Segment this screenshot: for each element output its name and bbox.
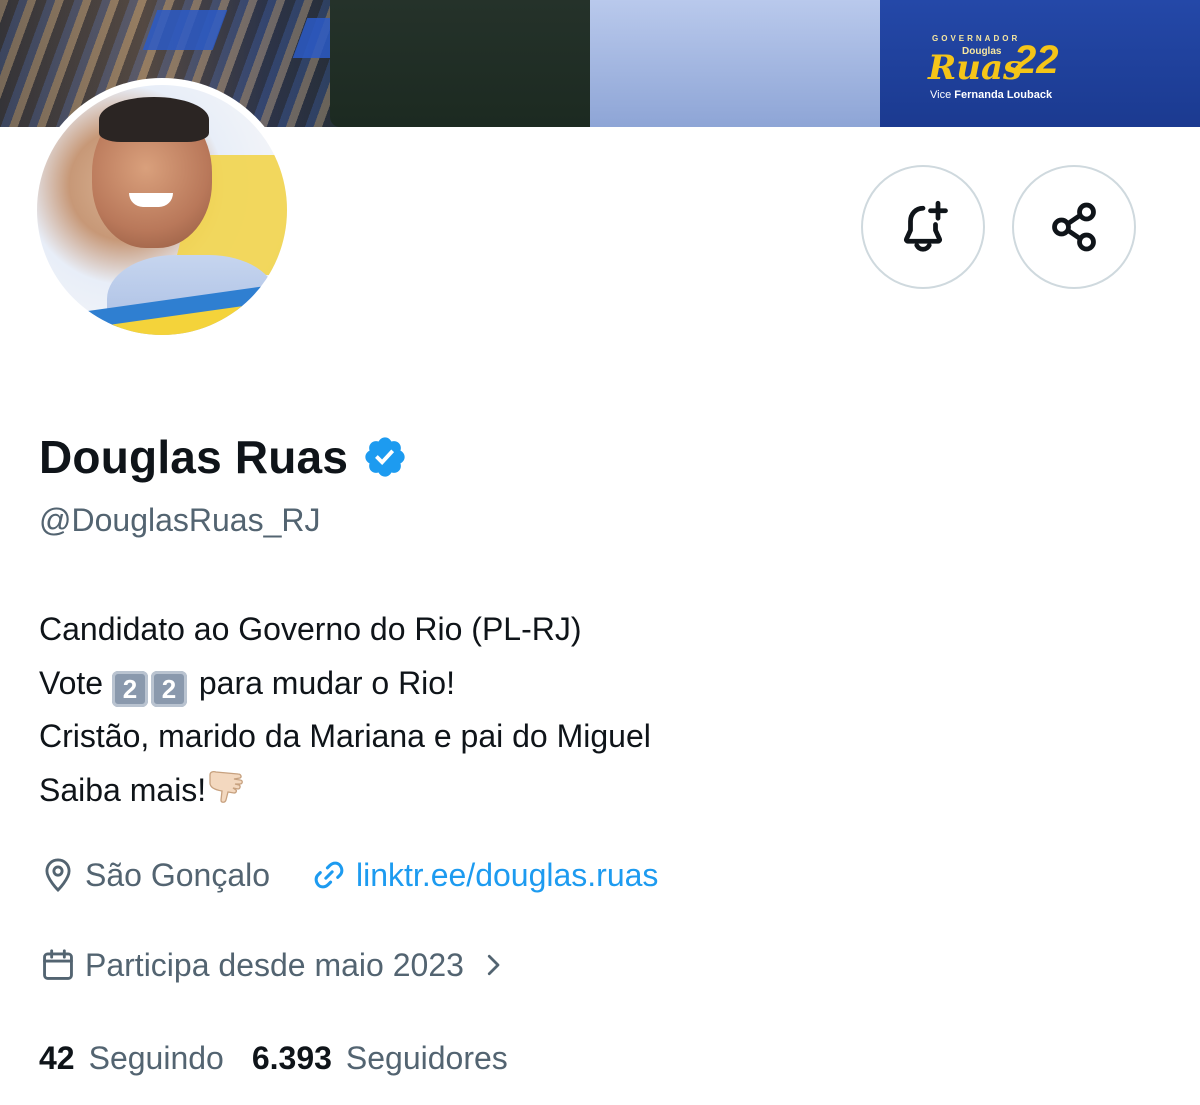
profile-location: São Gonçalo: [39, 856, 270, 894]
bell-plus-icon: [903, 200, 948, 252]
profile-meta: São Gonçalo linktr.ee/douglas.ruas: [39, 856, 658, 894]
profile-handle: @DouglasRuas_RJ: [39, 502, 321, 538]
avatar[interactable]: [30, 78, 294, 342]
bio-line: Candidato ao Governo do Rio (PL-RJ): [39, 611, 582, 647]
logo-vice: Vice Fernanda Louback: [930, 89, 1053, 101]
calendar-icon: [43, 949, 73, 980]
bio-line: Vote 22 para mudar o Rio!: [39, 657, 651, 711]
joined-text: Participa desde maio 2023: [85, 946, 464, 983]
pointing-down-emoji-icon: [209, 770, 244, 803]
profile-bio: Candidato ao Governo do Rio (PL-RJ) Vote…: [39, 603, 651, 817]
link-text[interactable]: linktr.ee/douglas.ruas: [356, 857, 658, 894]
notifications-button[interactable]: [861, 165, 985, 289]
bio-line: Cristão, marido da Mariana e pai do Migu…: [39, 718, 651, 754]
location-pin-icon: [45, 858, 71, 893]
link-icon: [314, 861, 344, 889]
banner-person: [330, 0, 600, 127]
location-text: São Gonçalo: [85, 856, 271, 893]
profile-link[interactable]: linktr.ee/douglas.ruas: [310, 856, 658, 894]
avatar-photo: [37, 85, 287, 335]
profile-name-row: Douglas Ruas: [39, 430, 408, 484]
following-label[interactable]: Seguindo: [89, 1040, 224, 1077]
logo-number: 22: [1014, 38, 1059, 82]
keycap-emoji: 2: [150, 670, 187, 707]
followers-count[interactable]: 6.393: [252, 1040, 332, 1077]
bio-line: Saiba mais!: [39, 764, 651, 818]
campaign-logo: GOVERNADOR Douglas Ruas 22 Vice Fernanda…: [928, 34, 1073, 106]
verified-badge-icon[interactable]: [362, 434, 408, 480]
banner-person: [590, 0, 920, 127]
share-button[interactable]: [1012, 165, 1136, 289]
keycap-emoji: 2: [111, 670, 148, 707]
profile-name: Douglas Ruas: [39, 431, 349, 483]
followers-label[interactable]: Seguidores: [346, 1040, 508, 1077]
logo-last: Ruas: [928, 48, 1023, 88]
joined-date-button[interactable]: Participa desde maio 2023: [39, 946, 508, 984]
follow-counts: 42 Seguindo 6.393 Seguidores: [39, 1040, 536, 1077]
chevron-right-icon: [487, 954, 500, 976]
banner-flag: [142, 10, 228, 50]
share-icon: [1052, 202, 1096, 252]
following-count[interactable]: 42: [39, 1040, 75, 1077]
